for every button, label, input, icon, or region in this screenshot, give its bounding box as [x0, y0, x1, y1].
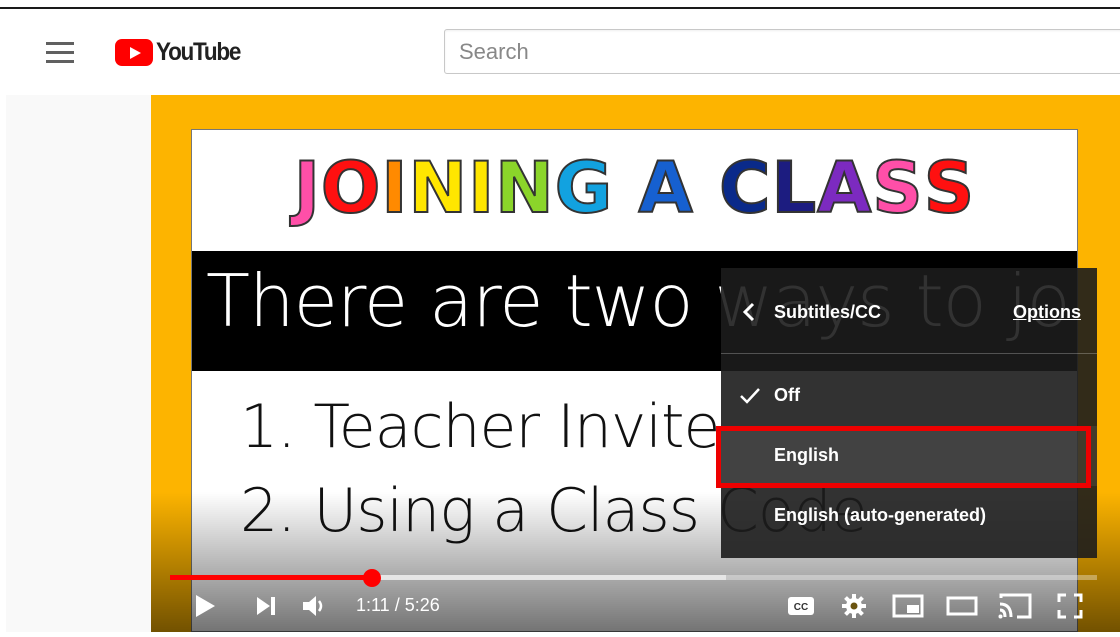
slide-list-item: 1. Teacher Invite: [240, 392, 720, 462]
menu-item-label: English: [774, 445, 840, 465]
play-icon[interactable]: [193, 594, 217, 618]
menu-title: Subtitles/CC: [774, 302, 882, 322]
title-letter: I: [380, 146, 409, 230]
video-player[interactable]: JOINING A CLASS There are two ways to jo…: [151, 95, 1120, 632]
menu-item-off[interactable]: Off: [721, 366, 1097, 426]
title-letter: A: [816, 146, 873, 230]
menu-header: Subtitles/CC Options: [721, 268, 1097, 354]
left-panel: [6, 95, 151, 632]
cast-icon[interactable]: [997, 592, 1033, 620]
options-link[interactable]: Options: [1013, 302, 1081, 323]
title-letter: A: [638, 146, 694, 230]
title-letter: G: [554, 146, 614, 230]
title-letter: L: [770, 146, 818, 230]
search-input[interactable]: [444, 29, 1120, 74]
youtube-logo[interactable]: YouTube: [115, 38, 249, 66]
time-display: 1:11 / 5:26: [356, 595, 440, 615]
next-icon[interactable]: [255, 596, 277, 616]
theater-mode-icon[interactable]: [946, 596, 978, 616]
title-letter: O: [320, 146, 382, 230]
title-letter: C: [718, 146, 772, 230]
slide-title: JOINING A CLASS: [192, 136, 1077, 240]
svg-text:CC: CC: [794, 602, 808, 613]
menu-icon[interactable]: [46, 42, 74, 64]
volume-icon[interactable]: [302, 594, 328, 618]
menu-item-label: Off: [774, 385, 800, 405]
menu-item-label: English (auto-generated): [774, 505, 987, 525]
progress-bar[interactable]: [170, 569, 1097, 587]
title-letter: S: [923, 146, 976, 230]
top-border: [0, 7, 1120, 9]
title-letter: [694, 136, 719, 240]
menu-item-english-auto[interactable]: English (auto-generated): [721, 486, 1097, 546]
title-letter: [613, 136, 638, 240]
settings-gear-icon[interactable]: [841, 593, 867, 619]
logo-text: YouTube: [156, 37, 241, 66]
fullscreen-icon[interactable]: [1057, 593, 1083, 619]
youtube-play-icon: [115, 38, 153, 66]
title-letter: J: [293, 146, 321, 230]
miniplayer-icon[interactable]: [892, 594, 924, 618]
chevron-left-icon[interactable]: [741, 302, 757, 322]
subtitles-icon[interactable]: CC: [787, 595, 815, 617]
progress-scrubber[interactable]: [363, 569, 382, 587]
title-letter: N: [407, 146, 469, 230]
title-letter: I: [467, 146, 496, 230]
menu-item-english[interactable]: English: [721, 426, 1097, 486]
check-icon: [740, 388, 760, 404]
title-letter: S: [871, 146, 924, 230]
progress-played: [170, 575, 373, 580]
title-letter: N: [494, 146, 555, 230]
subtitles-menu: Subtitles/CC Options Off English English…: [721, 268, 1097, 558]
